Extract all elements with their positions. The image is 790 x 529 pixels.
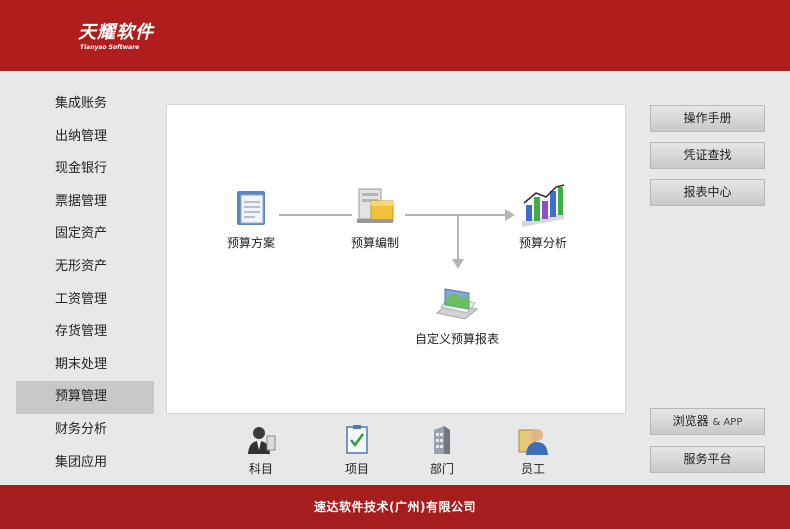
checklist-icon bbox=[346, 425, 368, 454]
footer-bar: 速达软件技术(广州)有限公司 bbox=[0, 485, 790, 529]
app-label: & APP bbox=[712, 417, 743, 428]
company-name: 速达软件技术(广州)有限公司 bbox=[314, 500, 476, 514]
budget-analysis-label: 预算分析 bbox=[518, 236, 567, 250]
flow-node-custom-report[interactable]: 自定义预算报表 bbox=[405, 283, 509, 347]
flow-connector bbox=[279, 214, 352, 216]
header-bar: 天耀软件 Tianyao Software bbox=[0, 0, 790, 71]
sidebar-item-payroll[interactable]: 工资管理 bbox=[16, 284, 154, 317]
sidebar-item-inventory[interactable]: 存货管理 bbox=[16, 316, 154, 349]
budget-plan-icon bbox=[237, 191, 265, 225]
sidebar-item-period-end[interactable]: 期末处理 bbox=[16, 349, 154, 382]
department-label: 部门 bbox=[429, 462, 454, 476]
arrow-down-icon bbox=[452, 259, 464, 269]
department-tool[interactable]: 部门 bbox=[417, 424, 467, 477]
flow-node-budget-compile[interactable]: 预算编制 bbox=[343, 185, 407, 251]
logo-sub-text: Tianyao Software bbox=[80, 44, 140, 51]
sidebar-item-financial-analysis[interactable]: 财务分析 bbox=[16, 414, 154, 447]
sidebar-item-budget[interactable]: 预算管理 bbox=[16, 381, 154, 414]
sidebar-item-intangible-assets[interactable]: 无形资产 bbox=[16, 251, 154, 284]
sidebar-item-cashier[interactable]: 出纳管理 bbox=[16, 121, 154, 154]
budget-compile-label: 预算编制 bbox=[350, 236, 399, 250]
custom-report-label: 自定义预算报表 bbox=[414, 332, 499, 346]
service-platform-button[interactable]: 服务平台 bbox=[650, 446, 765, 473]
employee-tool[interactable]: 员工 bbox=[508, 424, 558, 477]
budget-flow-panel: 预算方案 预算编制 预算分析 自定义预算报表 bbox=[166, 104, 626, 414]
flow-node-budget-plan[interactable]: 预算方案 bbox=[223, 189, 279, 251]
report-center-button[interactable]: 报表中心 bbox=[650, 179, 765, 206]
bar-chart-icon bbox=[522, 184, 565, 227]
budget-plan-label: 预算方案 bbox=[226, 236, 275, 250]
flow-node-budget-analysis[interactable]: 预算分析 bbox=[507, 183, 579, 251]
subject-tool[interactable]: 科目 bbox=[236, 424, 286, 477]
browser-label: 浏览器 bbox=[672, 414, 709, 428]
logo-main-text: 天耀软件 bbox=[78, 22, 154, 43]
sidebar-item-group-apps[interactable]: 集团应用 bbox=[16, 447, 154, 480]
person-suit-icon bbox=[248, 427, 276, 454]
budget-compile-icon bbox=[357, 188, 394, 223]
sidebar-item-cash-bank[interactable]: 现金银行 bbox=[16, 153, 154, 186]
voucher-search-button[interactable]: 凭证查找 bbox=[650, 142, 765, 169]
sidebar-item-bills[interactable]: 票据管理 bbox=[16, 186, 154, 219]
employees-icon bbox=[518, 429, 548, 455]
flow-connector bbox=[457, 215, 459, 261]
browser-app-button[interactable]: 浏览器 & APP bbox=[650, 408, 765, 435]
sidebar-item-fixed-assets[interactable]: 固定资产 bbox=[16, 218, 154, 251]
sidebar-item-integrated-accounts[interactable]: 集成账务 bbox=[16, 88, 154, 121]
subject-label: 科目 bbox=[248, 462, 273, 476]
building-icon bbox=[434, 426, 450, 454]
project-label: 项目 bbox=[344, 462, 369, 476]
manual-button[interactable]: 操作手册 bbox=[650, 105, 765, 132]
employee-label: 员工 bbox=[520, 462, 545, 476]
custom-report-icon bbox=[435, 288, 479, 320]
company-logo: 天耀软件 Tianyao Software bbox=[78, 22, 154, 52]
sidebar-nav: 集成账务 出纳管理 现金银行 票据管理 固定资产 无形资产 工资管理 存货管理 … bbox=[16, 88, 154, 479]
project-tool[interactable]: 项目 bbox=[332, 424, 382, 477]
